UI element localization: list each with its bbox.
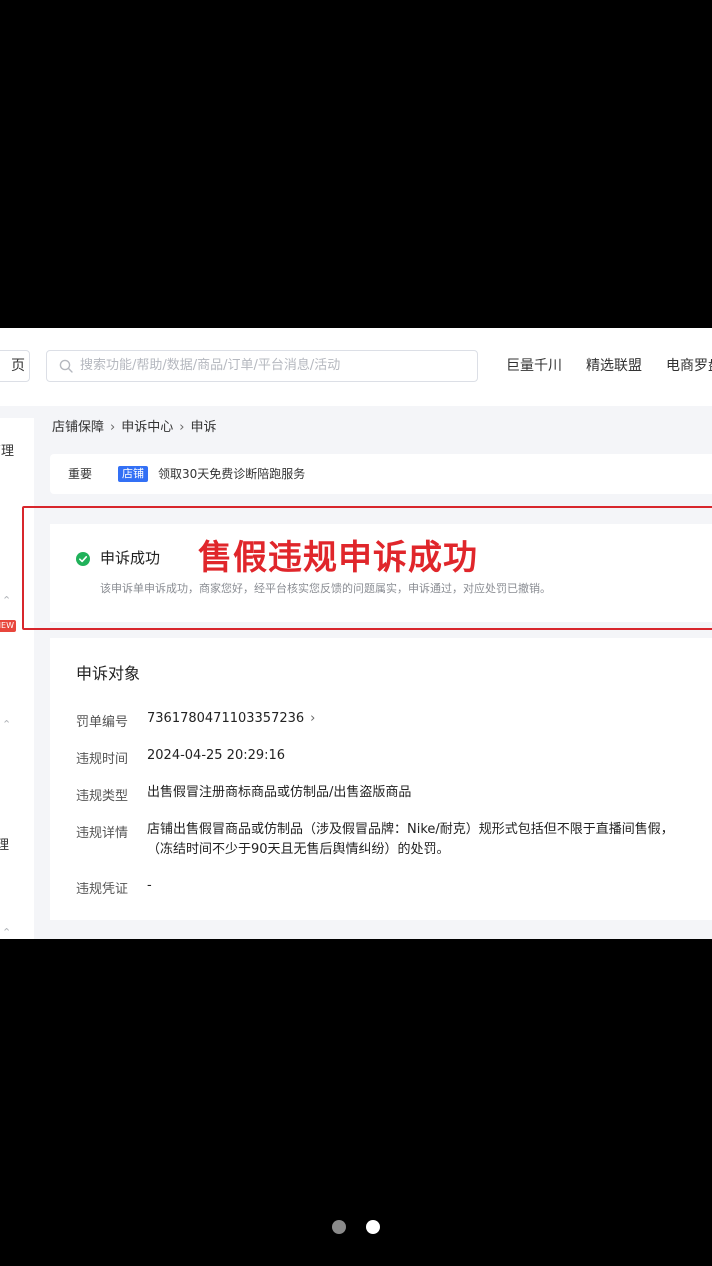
- sidebar: 管理 ⌃ NEW ⌃ 理 ⌃: [0, 418, 34, 939]
- row-label-penalty-id: 罚单编号: [76, 715, 129, 730]
- sidebar-item-fragment[interactable]: 理: [0, 834, 9, 853]
- overlay-caption: 售假违规申诉成功: [198, 538, 478, 578]
- chevron-right-icon-2: ›: [179, 420, 185, 435]
- breadcrumb-current: 申诉: [190, 420, 217, 435]
- chevron-right-icon: ›: [110, 420, 116, 435]
- chevron-up-icon-2[interactable]: ⌃: [2, 718, 11, 731]
- row-label-violation-time: 违规时间: [76, 752, 129, 767]
- home-button[interactable]: 页: [0, 350, 30, 382]
- violation-detail-line1: 店铺出售假冒商品或仿制品（涉及假冒品牌：Nike/耐克）规形式包括但不限于直播间…: [147, 822, 674, 837]
- violation-type-value: 出售假冒注册商标商品或仿制品/出售盗版商品: [147, 785, 412, 800]
- nav-qianchuan[interactable]: 巨量千川: [506, 350, 562, 382]
- violation-detail-line2: （冻结时间不少于90天且无售后舆情纠纷）的处罚。: [147, 842, 450, 857]
- search-input[interactable]: 搜索功能/帮助/数据/商品/订单/平台消息/活动: [46, 350, 478, 382]
- section-title: 申诉对象: [76, 664, 141, 683]
- chevron-up-icon[interactable]: ⌃: [2, 594, 11, 607]
- notice-bar[interactable]: 重要 店铺 领取30天免费诊断陪跑服务: [50, 454, 712, 494]
- appeal-target-card: 申诉对象 罚单编号 7361780471103357236 › 违规时间 2024…: [50, 638, 712, 920]
- violation-time-value: 2024-04-25 20:29:16: [147, 748, 286, 763]
- nav-compass[interactable]: 电商罗盘: [666, 350, 712, 382]
- breadcrumb-store-protection[interactable]: 店铺保障: [52, 420, 104, 435]
- row-label-violation-detail: 违规详情: [76, 826, 129, 841]
- pager-dots: [0, 1220, 712, 1236]
- row-label-evidence: 违规凭证: [76, 882, 129, 897]
- search-placeholder: 搜索功能/帮助/数据/商品/订单/平台消息/活动: [80, 358, 341, 373]
- breadcrumb-appeal-center[interactable]: 申诉中心: [121, 420, 173, 435]
- notice-text[interactable]: 领取30天免费诊断陪跑服务: [158, 465, 305, 482]
- evidence-value: -: [147, 878, 152, 893]
- penalty-id-link[interactable]: 7361780471103357236 ›: [147, 709, 315, 729]
- top-bar: 页 搜索功能/帮助/数据/商品/订单/平台消息/活动 巨量千川 精选联盟 电商罗…: [0, 328, 712, 406]
- nav-alliance[interactable]: 精选联盟: [586, 350, 642, 382]
- notice-tag: 店铺: [118, 466, 148, 482]
- new-badge: NEW: [0, 620, 16, 632]
- search-icon: [59, 359, 73, 373]
- pager-dot-1[interactable]: [332, 1220, 346, 1234]
- screenshot-frame: 页 搜索功能/帮助/数据/商品/订单/平台消息/活动 巨量千川 精选联盟 电商罗…: [0, 328, 712, 939]
- sidebar-item-manage[interactable]: 管理: [0, 440, 14, 459]
- row-label-violation-type: 违规类型: [76, 789, 129, 804]
- chevron-right-icon-3: ›: [310, 711, 316, 726]
- breadcrumb: 店铺保障 › 申诉中心 › 申诉: [52, 418, 216, 438]
- pager-dot-2[interactable]: [366, 1220, 380, 1234]
- chevron-up-icon-3[interactable]: ⌃: [2, 926, 11, 939]
- notice-label: 重要: [68, 467, 93, 481]
- penalty-id-value[interactable]: 7361780471103357236: [147, 711, 304, 726]
